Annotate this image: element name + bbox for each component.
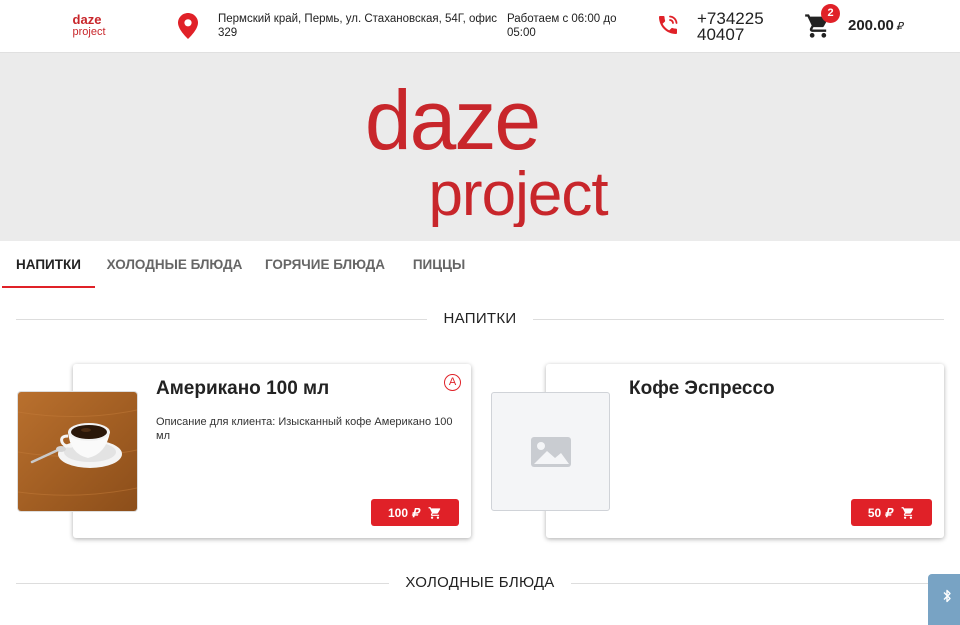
price-currency: ₽ — [884, 505, 893, 520]
price-value: 100 — [387, 505, 409, 520]
tab-drinks[interactable]: НАПИТКИ — [2, 241, 95, 288]
tab-hot-dishes[interactable]: ГОРЯЧИЕ БЛЮДА — [260, 241, 390, 288]
product-badge: А — [444, 374, 461, 391]
small-logo-line2: project — [72, 26, 105, 38]
hero-banner: daze project — [0, 53, 960, 241]
site-logo-small[interactable]: daze project — [62, 12, 112, 38]
product-name: Кофе Эспрессо — [629, 378, 775, 399]
phone-call-icon[interactable] — [656, 13, 680, 37]
coffee-cup-photo — [18, 392, 137, 511]
cart-icon — [901, 506, 914, 519]
product-image-coffee-cup[interactable] — [18, 392, 137, 511]
section-heading-text: ХОЛОДНЫЕ БЛЮДА — [389, 574, 571, 591]
cart-total-currency: ₽ — [895, 21, 903, 33]
working-hours-text: Работаем с 06:00 до 05:00 — [507, 13, 617, 39]
price-label: 50 ₽ — [868, 506, 892, 520]
site-logo-large: daze project — [365, 73, 609, 227]
logo-line2: project — [428, 160, 608, 227]
bluetooth-icon — [943, 589, 951, 603]
logo-line1: daze — [365, 73, 539, 167]
location-pin-icon — [178, 13, 198, 39]
small-logo-line1: daze — [73, 12, 102, 27]
product-image-placeholder[interactable] — [491, 392, 610, 511]
section-heading-text: НАПИТКИ — [427, 310, 533, 327]
category-tabs: НАПИТКИ ХОЛОДНЫЕ БЛЮДА ГОРЯЧИЕ БЛЮДА ПИЦ… — [0, 241, 960, 288]
section-heading-cold-dishes: ХОЛОДНЫЕ БЛЮДА — [16, 573, 944, 593]
cart-count-badge: 2 — [821, 4, 840, 23]
price-currency: ₽ — [411, 505, 419, 520]
cart-icon — [428, 506, 441, 519]
product-description: Описание для клиента: Изысканный кофе Ам… — [156, 416, 453, 442]
bluetooth-widget[interactable] — [928, 574, 960, 625]
address-text: Пермский край, Пермь, ул. Стахановская, … — [218, 13, 498, 39]
image-placeholder-icon — [531, 437, 571, 467]
section-heading-drinks: НАПИТКИ — [16, 309, 944, 329]
phone-number[interactable]: +73422540407 — [697, 10, 771, 43]
price-value: 50 — [867, 505, 882, 520]
price-label: 100 ₽ — [388, 506, 419, 520]
add-to-cart-button[interactable]: 100 ₽ — [371, 499, 459, 526]
tab-pizzas[interactable]: ПИЦЦЫ — [404, 241, 474, 288]
cart-total[interactable]: 200.00 ₽ — [848, 17, 903, 34]
top-header: daze project Пермский край, Пермь, ул. С… — [0, 0, 960, 53]
product-name: Американо 100 мл — [156, 378, 330, 399]
tab-cold-dishes[interactable]: ХОЛОДНЫЕ БЛЮДА — [102, 241, 247, 288]
cart-total-amount: 200.00 — [848, 17, 894, 34]
add-to-cart-button[interactable]: 50 ₽ — [851, 499, 932, 526]
